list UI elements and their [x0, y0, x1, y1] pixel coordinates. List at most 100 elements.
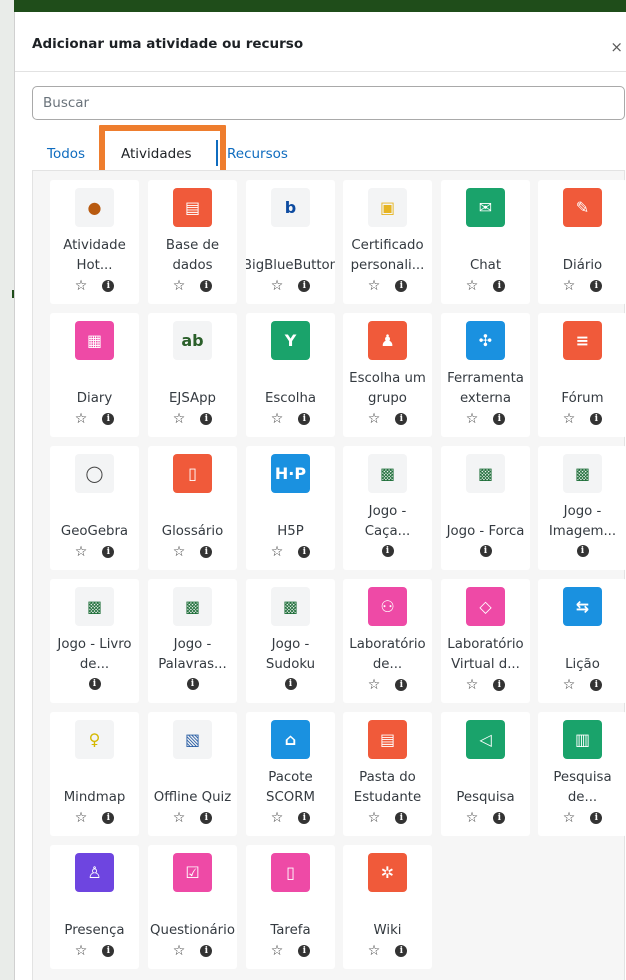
activity-card[interactable]: ◁ Pesquisa ☆ i	[441, 712, 530, 836]
info-icon[interactable]: i	[102, 546, 115, 558]
star-icon[interactable]: ☆	[368, 412, 381, 426]
info-icon[interactable]: i	[493, 679, 506, 691]
info-icon[interactable]: i	[395, 413, 408, 425]
star-icon[interactable]: ☆	[368, 279, 381, 293]
info-icon[interactable]: i	[493, 413, 506, 425]
activity-card[interactable]: ▯ Glossário ☆ i	[148, 446, 237, 570]
star-icon[interactable]: ☆	[563, 678, 576, 692]
info-icon[interactable]: i	[284, 678, 297, 690]
close-button[interactable]: ×	[610, 40, 623, 55]
activity-card[interactable]: ◯ GeoGebra ☆ i	[50, 446, 139, 570]
star-icon[interactable]: ☆	[466, 811, 479, 825]
info-icon[interactable]: i	[479, 545, 492, 557]
activity-card[interactable]: ⇆ Lição ☆ i	[538, 579, 626, 703]
star-icon[interactable]: ☆	[75, 944, 88, 958]
activity-card[interactable]: ✲ Wiki ☆ i	[343, 845, 432, 969]
star-icon[interactable]: ☆	[368, 678, 381, 692]
info-icon[interactable]: i	[590, 679, 603, 691]
activity-card[interactable]: ◇ Laboratório Virtual d... ☆ i	[441, 579, 530, 703]
activity-card[interactable]: ▩ Jogo - Livro de... i	[50, 579, 139, 703]
info-icon[interactable]: i	[102, 812, 115, 824]
activity-card[interactable]: ▩ Jogo - Sudoku i	[246, 579, 335, 703]
info-icon[interactable]: i	[298, 280, 311, 292]
activity-card[interactable]: ▧ Offline Quiz ☆ i	[148, 712, 237, 836]
star-icon[interactable]: ☆	[75, 279, 88, 293]
star-icon[interactable]: ☆	[173, 545, 186, 559]
tab-resources[interactable]: Recursos	[227, 146, 288, 162]
tab-activities[interactable]: Atividades	[121, 146, 192, 162]
star-icon[interactable]: ☆	[563, 811, 576, 825]
star-icon[interactable]: ☆	[563, 412, 576, 426]
activity-card[interactable]: ♀ Mindmap ☆ i	[50, 712, 139, 836]
info-icon[interactable]: i	[298, 812, 311, 824]
tab-all[interactable]: Todos	[47, 146, 85, 162]
star-icon[interactable]: ☆	[466, 279, 479, 293]
activity-card[interactable]: ▥ Pesquisa de... ☆ i	[538, 712, 626, 836]
star-icon[interactable]: ☆	[271, 545, 284, 559]
info-icon[interactable]: i	[590, 413, 603, 425]
info-icon[interactable]: i	[200, 812, 213, 824]
star-icon[interactable]: ☆	[466, 412, 479, 426]
star-icon[interactable]: ☆	[173, 811, 186, 825]
info-icon[interactable]: i	[381, 545, 394, 557]
star-icon[interactable]: ☆	[271, 412, 284, 426]
info-icon[interactable]: i	[298, 413, 311, 425]
info-icon[interactable]: i	[200, 546, 213, 558]
info-icon[interactable]: i	[102, 280, 115, 292]
info-icon[interactable]: i	[395, 812, 408, 824]
activity-card[interactable]: ▯ Tarefa ☆ i	[246, 845, 335, 969]
info-icon[interactable]: i	[395, 679, 408, 691]
activity-card[interactable]: ▤ Pasta do Estudante ☆ i	[343, 712, 432, 836]
activity-card[interactable]: ♟ Escolha um grupo ☆ i	[343, 313, 432, 437]
info-icon[interactable]: i	[493, 280, 506, 292]
info-icon[interactable]: i	[298, 945, 311, 957]
star-icon[interactable]: ☆	[75, 545, 88, 559]
info-icon[interactable]: i	[200, 280, 213, 292]
info-icon[interactable]: i	[395, 280, 408, 292]
info-icon[interactable]: i	[102, 413, 115, 425]
star-icon[interactable]: ☆	[563, 279, 576, 293]
info-icon[interactable]: i	[395, 945, 408, 957]
star-icon[interactable]: ☆	[368, 811, 381, 825]
star-icon[interactable]: ☆	[75, 412, 88, 426]
activity-card[interactable]: ▤ Base de dados ☆ i	[148, 180, 237, 304]
info-icon[interactable]: i	[590, 812, 603, 824]
activity-card[interactable]: b BigBlueButton ☆ i	[246, 180, 335, 304]
activity-card[interactable]: ▩ Jogo - Forca i	[441, 446, 530, 570]
activity-card[interactable]: ✉ Chat ☆ i	[441, 180, 530, 304]
star-icon[interactable]: ☆	[271, 811, 284, 825]
activity-card[interactable]: ▣ Certificado personali... ☆ i	[343, 180, 432, 304]
activity-card[interactable]: ▦ Diary ☆ i	[50, 313, 139, 437]
activity-card[interactable]: ▩ Jogo - Palavras... i	[148, 579, 237, 703]
activity-card[interactable]: ⌂ Pacote SCORM ☆ i	[246, 712, 335, 836]
star-icon[interactable]: ☆	[173, 412, 186, 426]
info-icon[interactable]: i	[200, 945, 213, 957]
activity-card[interactable]: Y Escolha ☆ i	[246, 313, 335, 437]
activity-card[interactable]: H·P H5P ☆ i	[246, 446, 335, 570]
info-icon[interactable]: i	[590, 280, 603, 292]
star-icon[interactable]: ☆	[173, 279, 186, 293]
info-icon[interactable]: i	[576, 545, 589, 557]
activity-card[interactable]: ● Atividade Hot... ☆ i	[50, 180, 139, 304]
activity-card[interactable]: ≡ Fórum ☆ i	[538, 313, 626, 437]
activity-card[interactable]: ab EJSApp ☆ i	[148, 313, 237, 437]
search-input[interactable]	[32, 86, 625, 120]
activity-card[interactable]: ▩ Jogo - Imagem... i	[538, 446, 626, 570]
activity-card[interactable]: ⚇ Laboratório de... ☆ i	[343, 579, 432, 703]
star-icon[interactable]: ☆	[466, 678, 479, 692]
star-icon[interactable]: ☆	[368, 944, 381, 958]
info-icon[interactable]: i	[298, 546, 311, 558]
info-icon[interactable]: i	[102, 945, 115, 957]
activity-card[interactable]: ☑ Questionário ☆ i	[148, 845, 237, 969]
info-icon[interactable]: i	[493, 812, 506, 824]
activity-card[interactable]: ♙ Presença ☆ i	[50, 845, 139, 969]
info-icon[interactable]: i	[186, 678, 199, 690]
star-icon[interactable]: ☆	[75, 811, 88, 825]
activity-card[interactable]: ▩ Jogo - Caça... i	[343, 446, 432, 570]
star-icon[interactable]: ☆	[271, 279, 284, 293]
star-icon[interactable]: ☆	[173, 944, 186, 958]
info-icon[interactable]: i	[200, 413, 213, 425]
info-icon[interactable]: i	[88, 678, 101, 690]
activity-card[interactable]: ✣ Ferramenta externa ☆ i	[441, 313, 530, 437]
activity-card[interactable]: ✎ Diário ☆ i	[538, 180, 626, 304]
